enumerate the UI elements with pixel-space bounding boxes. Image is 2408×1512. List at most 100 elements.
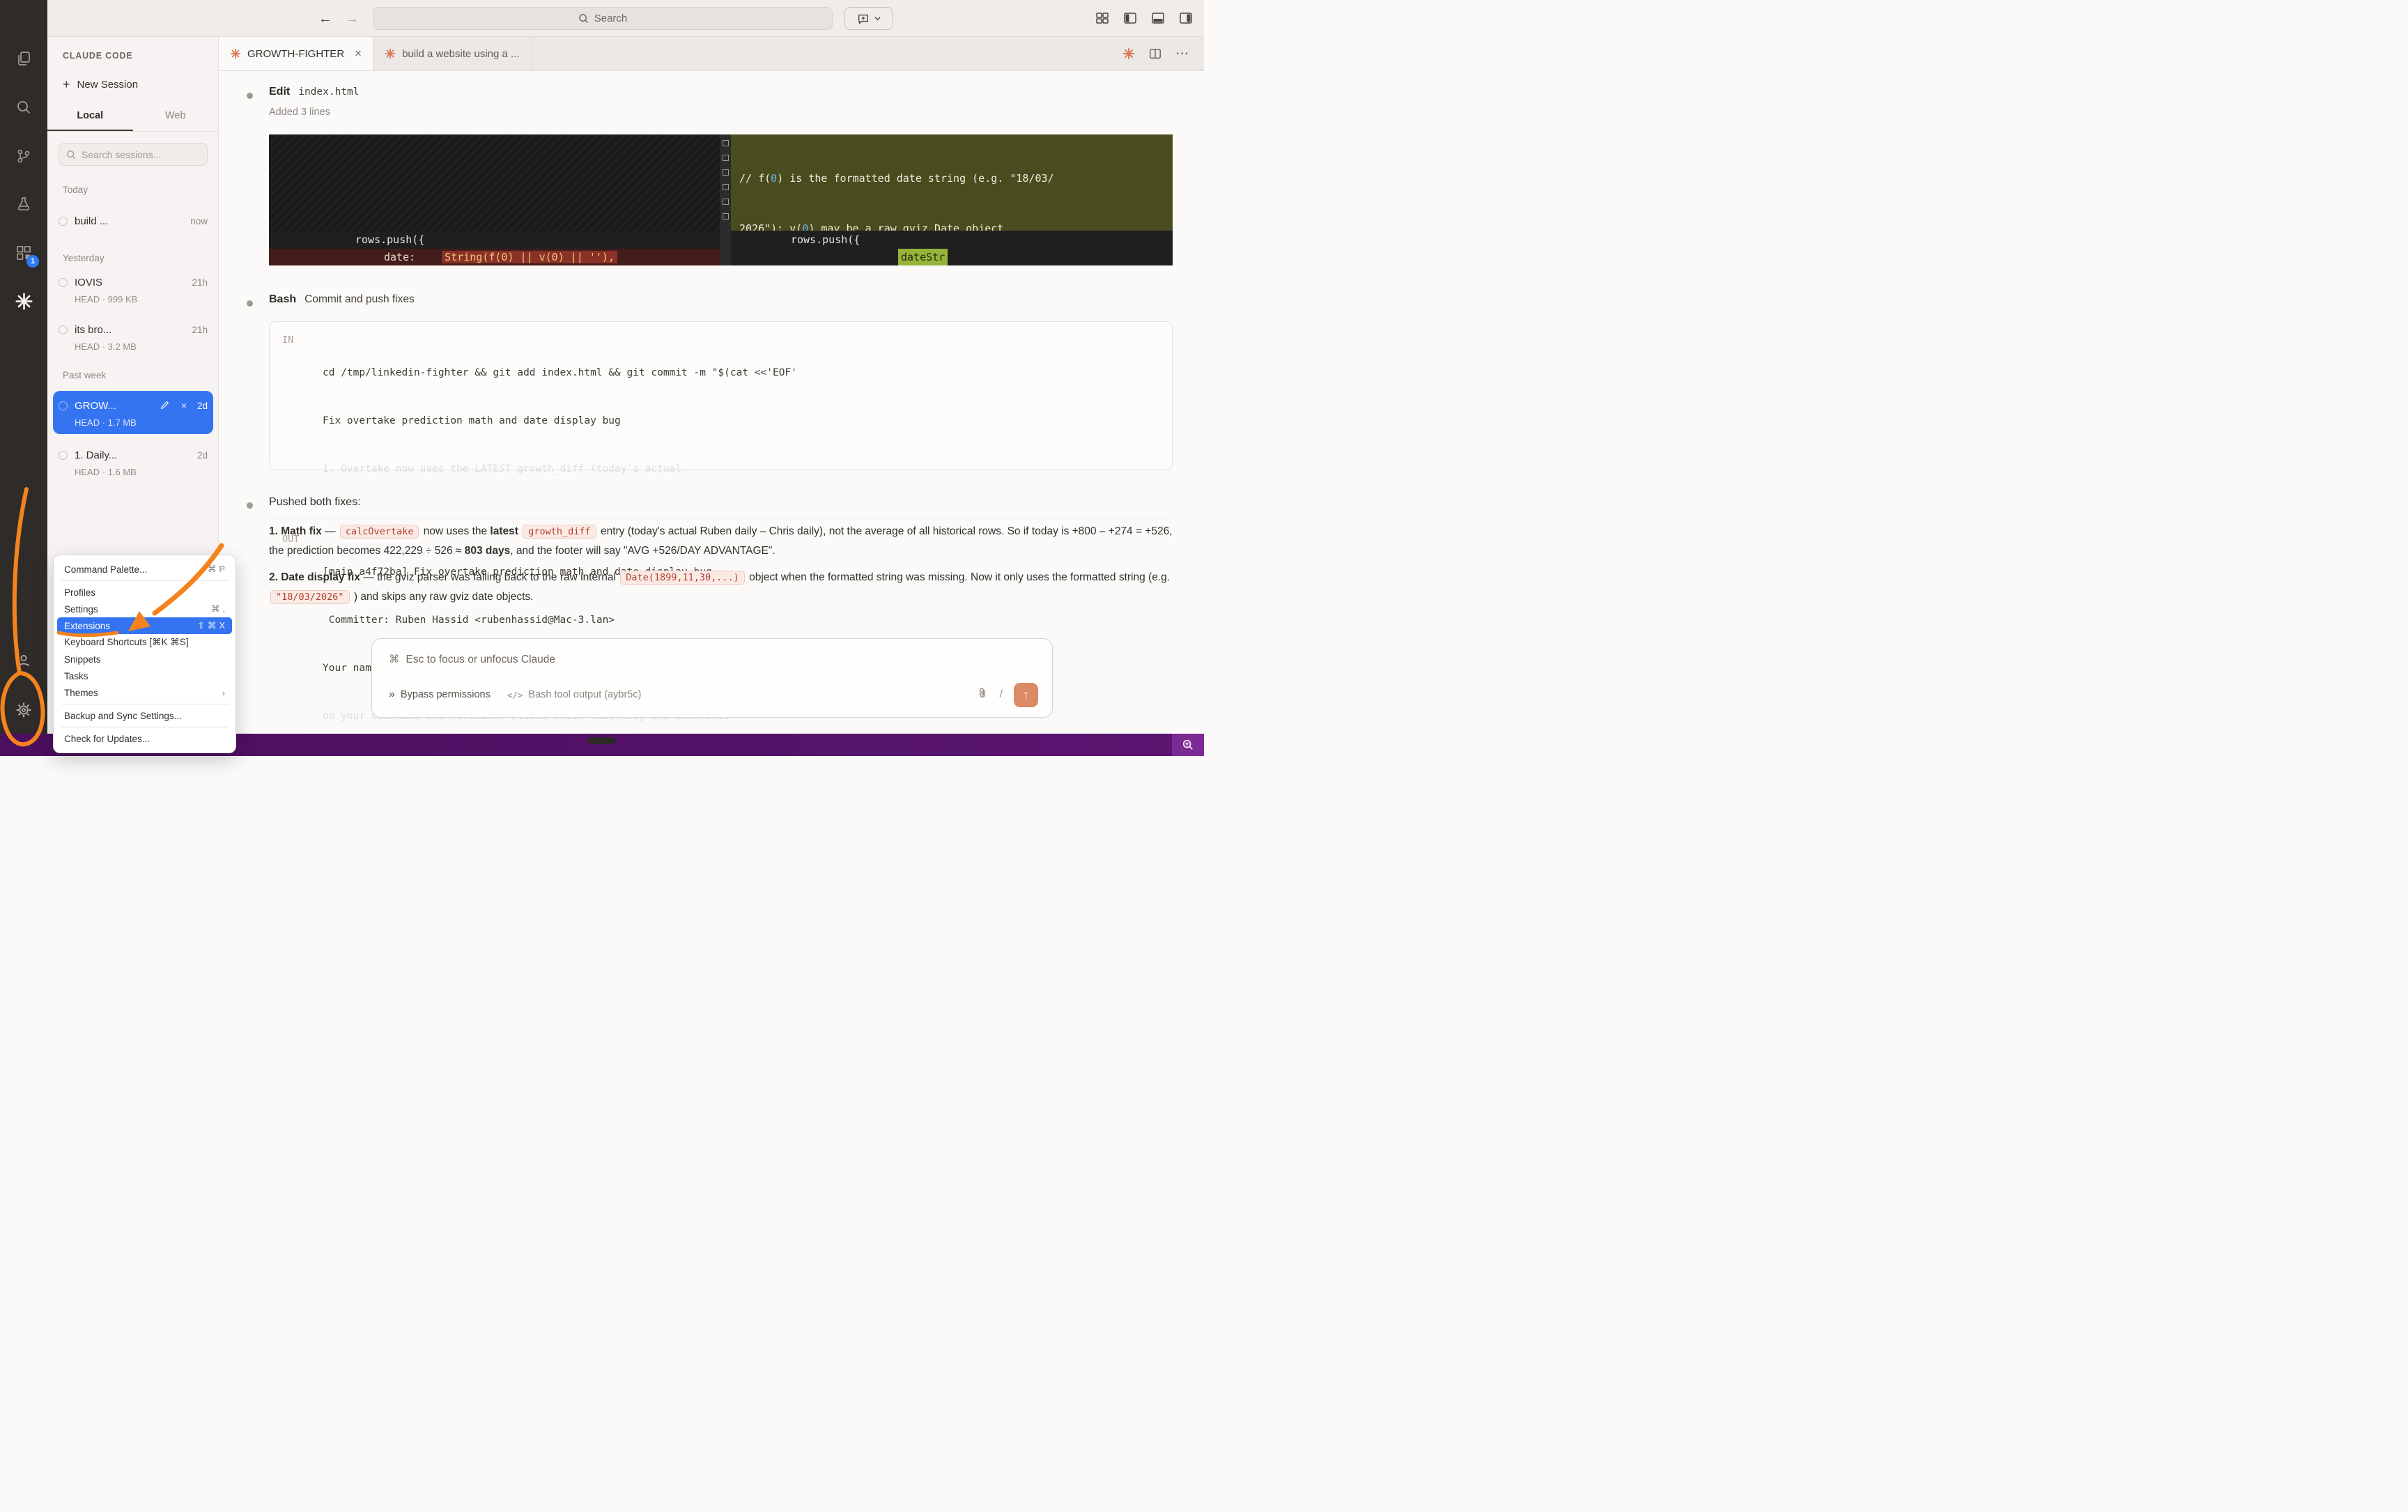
math-fix-paragraph: 1. Math fix — calcOvertake now uses the … [269, 522, 1175, 560]
menu-item-tasks[interactable]: Tasks [57, 668, 232, 684]
claude-prompt-box[interactable]: ⌘ Esc to focus or unfocus Claude » Bypas… [371, 638, 1053, 718]
added-token: dateStr [898, 249, 948, 265]
split-editor-button[interactable] [1149, 47, 1161, 60]
inline-code-chip[interactable]: Date(1899,11,30,...) [620, 571, 745, 585]
step-bullet [247, 502, 253, 509]
explorer-button[interactable] [8, 43, 39, 74]
global-search-placeholder: Search [594, 13, 628, 24]
claude-asterisk-icon [15, 292, 33, 310]
chat-plus-icon [858, 14, 868, 24]
summary-title: Pushed both fixes: [269, 496, 361, 508]
toggle-left-panel-button[interactable] [1122, 10, 1139, 26]
menu-item-keyboard-shortcuts[interactable]: Keyboard Shortcuts [⌘K ⌘S] [57, 634, 232, 651]
search-sidebar-button[interactable] [8, 92, 39, 123]
terminal-output-block[interactable]: IN cd /tmp/linkedin-fighter && git add i… [269, 321, 1173, 722]
send-button[interactable]: ↑ [1014, 682, 1038, 707]
diff-view[interactable]: // f(0) is the formatted date string (e.… [269, 134, 1173, 265]
text-segment: object when the formatted string was mis… [746, 571, 1171, 583]
menu-item-themes[interactable]: Themes › [57, 684, 232, 701]
session-radio[interactable] [59, 277, 68, 287]
account-button[interactable] [8, 645, 39, 676]
attach-file-button[interactable] [976, 687, 989, 703]
removed-token: String(f(0) || v(0) || ''), [442, 251, 617, 263]
bash-step-header: Bash Commit and push fixes [269, 293, 415, 305]
text-segment: now uses the [420, 525, 491, 537]
editor-tabstrip: GROWTH-FIGHTER × build a website using a… [219, 37, 1204, 71]
session-row-selected[interactable]: GROW... × 2d HEAD · 1.7 MB [53, 391, 213, 434]
slash-command-button[interactable]: / [1000, 688, 1003, 701]
activity-bar: 1 [0, 0, 47, 734]
files-icon [18, 52, 30, 65]
session-radio[interactable] [59, 216, 68, 226]
tab-growth-fighter[interactable]: GROWTH-FIGHTER × [219, 37, 374, 70]
new-session-button[interactable]: + New Session [63, 77, 138, 92]
session-meta: HEAD · 3.2 MB [75, 341, 137, 352]
close-session-icon[interactable]: × [178, 399, 190, 412]
toggle-right-panel-button[interactable] [1178, 10, 1194, 26]
bypass-permissions-toggle[interactable]: » Bypass permissions [389, 688, 491, 701]
double-chevron-icon: » [389, 688, 395, 700]
prompt-placeholder[interactable]: ⌘ Esc to focus or unfocus Claude [389, 653, 555, 666]
zoom-in-icon [1182, 739, 1193, 750]
close-tab-icon[interactable]: × [355, 47, 362, 61]
rename-session-icon[interactable] [158, 399, 171, 412]
session-row[interactable]: its bro... 21h HEAD · 3.2 MB [53, 320, 213, 352]
drag-handle[interactable] [588, 737, 616, 744]
out-label: OUT [282, 534, 300, 545]
session-radio[interactable] [59, 401, 68, 410]
menu-item-command-palette[interactable]: Command Palette... ⌘ P [57, 561, 232, 578]
menu-item-check-updates[interactable]: Check for Updates... [57, 730, 232, 747]
diff-marker-square [722, 169, 729, 176]
step-bullet [247, 93, 253, 99]
menu-item-profiles[interactable]: Profiles [57, 584, 232, 601]
date-fix-paragraph: 2. Date display fix — the gviz parser wa… [269, 568, 1175, 607]
forward-button[interactable]: → [342, 9, 362, 29]
session-radio[interactable] [59, 325, 68, 334]
diff-removed-line: date: String(f(0) || v(0) || ''), [269, 249, 720, 265]
session-search-input[interactable] [82, 148, 193, 160]
session-search[interactable] [59, 143, 208, 166]
test-flask-button[interactable] [8, 189, 39, 219]
diff-gutter [720, 134, 731, 231]
diff-marker-square [722, 213, 729, 219]
menu-item-backup-sync[interactable]: Backup and Sync Settings... [57, 707, 232, 724]
plus-icon: + [63, 77, 70, 91]
terminal-line: Committer: Ruben Hassid <rubenhassid@Mac… [323, 615, 615, 626]
code-brackets-icon: </> [507, 689, 523, 700]
settings-gear-button[interactable] [8, 695, 39, 725]
edited-file-name[interactable]: index.html [298, 86, 359, 98]
more-actions-button[interactable]: ⋯ [1175, 46, 1189, 62]
source-control-button[interactable] [8, 141, 39, 171]
edit-step-note: Added 3 lines [269, 107, 330, 118]
paperclip-icon [979, 688, 985, 697]
inline-code-chip[interactable]: "18/03/2026" [270, 590, 350, 604]
toggle-bottom-panel-button[interactable] [1150, 10, 1166, 26]
inline-code-chip[interactable]: calcOvertake [339, 525, 419, 539]
text-segment [518, 525, 521, 537]
account-icon [17, 655, 30, 667]
zoom-button[interactable] [1172, 734, 1204, 756]
session-radio[interactable] [59, 450, 68, 460]
menu-item-extensions[interactable]: Extensions ⇧ ⌘ X [57, 617, 232, 634]
global-search[interactable]: Search [373, 7, 833, 30]
bold-segment: 1. Math fix [269, 525, 322, 537]
new-chat-dropdown-button[interactable] [844, 7, 893, 30]
session-row[interactable]: 1. Daily... 2d HEAD · 1.6 MB [53, 445, 213, 477]
tab-local[interactable]: Local [47, 104, 133, 131]
section-past-week: Past week [63, 370, 107, 380]
flask-icon [17, 197, 30, 210]
layout-grid-button[interactable] [1094, 10, 1111, 26]
back-button[interactable]: ← [316, 9, 335, 29]
menu-item-snippets[interactable]: Snippets [57, 651, 232, 668]
context-chip[interactable]: </> Bash tool output (aybr5c) [507, 689, 642, 700]
menu-item-settings[interactable]: Settings ⌘ , [57, 601, 232, 617]
claude-code-button[interactable] [8, 286, 39, 316]
session-row[interactable]: build ... now [53, 211, 213, 231]
claude-panel-button[interactable] [1122, 47, 1135, 60]
diff-marker-square [722, 184, 729, 190]
tab-build-website[interactable]: build a website using a ... [373, 37, 532, 70]
sidebar-title: CLAUDE CODE [63, 51, 133, 61]
inline-code-chip[interactable]: growth_diff [523, 525, 596, 539]
tab-web[interactable]: Web [133, 104, 219, 131]
session-row[interactable]: IOVIS 21h HEAD · 999 KB [53, 272, 213, 304]
